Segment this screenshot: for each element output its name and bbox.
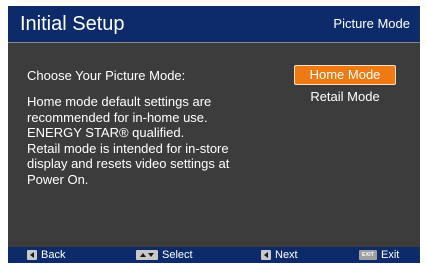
- left-arrow-key-icon: [261, 250, 271, 260]
- next-label: Next: [275, 249, 298, 261]
- back-hint[interactable]: Back: [27, 247, 65, 263]
- home-mode-option[interactable]: Home Mode: [294, 65, 396, 85]
- left-arrow-key-icon: [27, 250, 37, 260]
- back-label: Back: [41, 249, 66, 261]
- select-hint[interactable]: Select: [136, 247, 193, 263]
- exit-hint[interactable]: EXIT Exit: [359, 247, 399, 263]
- header-bar: Initial Setup Picture Mode: [8, 6, 420, 43]
- exit-key-icon: EXIT: [359, 250, 377, 260]
- page-subtitle: Picture Mode: [333, 16, 410, 31]
- next-hint[interactable]: Next: [261, 247, 298, 263]
- page-title: Initial Setup: [20, 13, 125, 35]
- picture-mode-prompt: Choose Your Picture Mode:: [27, 68, 186, 83]
- footer-hint-bar: Back Select Next EXIT Exit: [8, 247, 420, 263]
- picture-mode-description: Home mode default settings are recommend…: [27, 94, 230, 187]
- exit-label: Exit: [381, 249, 400, 261]
- up-down-arrow-key-icon: [136, 250, 158, 260]
- select-label: Select: [162, 249, 193, 261]
- retail-mode-option[interactable]: Retail Mode: [294, 88, 396, 108]
- initial-setup-screen: Initial Setup Picture Mode Choose Your P…: [8, 6, 420, 263]
